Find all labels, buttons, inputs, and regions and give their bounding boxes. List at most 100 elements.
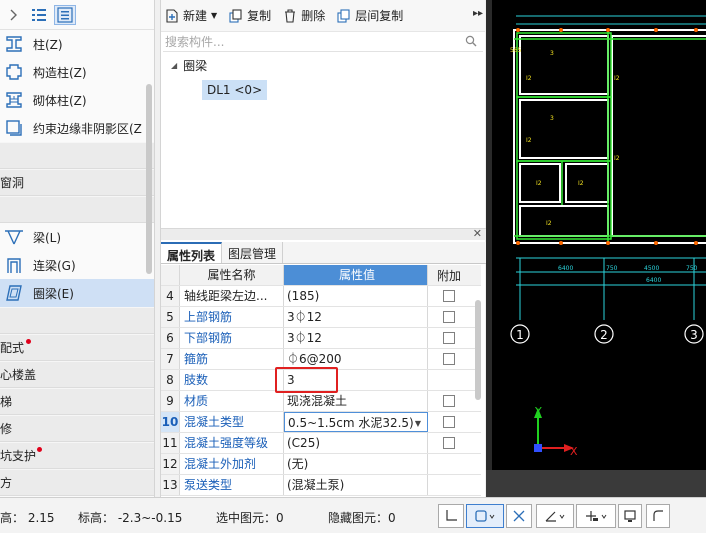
tree-item-label: 构造柱(Z) (33, 65, 87, 80)
attach-checkbox[interactable] (443, 290, 455, 302)
category-label: 修 (0, 422, 13, 436)
property-value[interactable]: (185) (284, 286, 428, 306)
attach-checkbox[interactable] (443, 353, 455, 365)
attach-checkbox[interactable] (443, 332, 455, 344)
property-value[interactable]: 现浇混凝土 (284, 391, 428, 411)
tree-item-column[interactable]: 柱(Z) (0, 30, 154, 58)
property-name: 混凝土强度等级 (180, 433, 284, 453)
floor-copy-button[interactable]: 层间复制 (337, 7, 403, 24)
svg-text:3: 3 (550, 115, 554, 122)
attach-checkbox[interactable] (443, 311, 455, 323)
new-button[interactable]: 新建 ▼ (165, 7, 217, 24)
object-snap-button[interactable] (466, 504, 504, 528)
property-name: 混凝土外加剂 (180, 454, 284, 474)
trash-icon (283, 8, 297, 23)
concrete-type-select[interactable]: 0.5~1.5cm 水泥32.5) ▼ (284, 412, 428, 432)
property-value[interactable]: 3⏀12 (284, 328, 428, 348)
svg-text:565: 565 (510, 47, 522, 54)
property-value[interactable]: ⏀6@200 (284, 349, 428, 369)
tree-item-beam[interactable]: 梁(L) (0, 223, 154, 251)
offset-snap-button[interactable] (576, 504, 616, 528)
category-header[interactable] (0, 196, 154, 223)
tree-leaf-dl1[interactable]: DL1 <0> (202, 80, 268, 100)
beam-icon (4, 227, 24, 247)
table-row[interactable]: 11 混凝土强度等级 (C25) (161, 433, 481, 454)
category-header[interactable]: 心楼盖 (0, 361, 154, 388)
property-name: 上部钢筋 (180, 307, 284, 327)
property-value: 0.5~1.5cm 水泥32.5) (288, 416, 414, 430)
category-header[interactable]: 配式 (0, 334, 154, 361)
left-scrollbar[interactable] (146, 84, 152, 274)
copy-button[interactable]: 复制 (229, 7, 271, 24)
monitor-icon (624, 510, 636, 522)
dropdown-arrow-icon: ▼ (211, 11, 218, 20)
tree-item-constructional-column[interactable]: 构造柱(Z) (0, 58, 154, 86)
expand-triangle-icon[interactable]: ◢ (171, 61, 177, 70)
table-row[interactable]: 4 轴线距梁左边... (185) (161, 286, 481, 307)
attach-checkbox[interactable] (443, 416, 455, 428)
copy-icon (229, 8, 243, 23)
property-name: 泵送类型 (180, 475, 284, 495)
tree-item-masonry-column[interactable]: 砌体柱(Z) (0, 86, 154, 114)
panel-splitter[interactable]: ✕ (161, 227, 486, 240)
delete-label: 删除 (301, 9, 326, 23)
axis-bubble-label: 2 (600, 328, 608, 342)
category-header[interactable]: 修 (0, 415, 154, 442)
tree-item-ring-beam[interactable]: 圈梁(E) (0, 279, 154, 307)
tree-item-boundary-zone[interactable]: 约束边缘非阴影区(Z (0, 114, 154, 142)
svg-text:I2: I2 (546, 220, 552, 227)
category-header[interactable]: 方 (0, 469, 154, 496)
masonry-column-icon (4, 90, 24, 110)
category-header[interactable]: 坑支护 (0, 442, 154, 469)
cross-icon (513, 510, 525, 522)
tab-properties[interactable]: 属性列表 (161, 242, 223, 263)
detail-view-icon[interactable] (54, 4, 76, 25)
property-name: 下部钢筋 (180, 328, 284, 348)
table-row-selected[interactable]: 10 混凝土类型 0.5~1.5cm 水泥32.5) ▼ (161, 412, 481, 433)
angle-snap-button[interactable] (536, 504, 574, 528)
tree-item-coupling-beam[interactable]: 连梁(G) (0, 251, 154, 279)
svg-text:I2: I2 (536, 180, 542, 187)
property-value[interactable]: (无) (284, 454, 428, 474)
attach-checkbox[interactable] (443, 395, 455, 407)
ortho-snap-button[interactable] (438, 504, 464, 528)
category-header[interactable]: 梯 (0, 388, 154, 415)
category-header[interactable]: 窗洞 (0, 169, 154, 196)
more-chevron-icon[interactable]: ▸▸ (473, 8, 483, 19)
row-number: 4 (161, 286, 180, 306)
close-icon[interactable]: ✕ (473, 227, 482, 240)
table-row[interactable]: 13 泵送类型 (混凝土泵) (161, 475, 481, 496)
delete-button[interactable]: 删除 (283, 7, 325, 24)
table-row[interactable]: 9 材质 现浇混凝土 (161, 391, 481, 412)
view-toggle-bar (0, 0, 154, 30)
search-input[interactable]: 搜索构件... (163, 32, 483, 52)
collapse-icon[interactable] (2, 5, 24, 25)
list-view-icon[interactable] (28, 5, 50, 25)
property-scrollbar[interactable] (475, 300, 481, 400)
table-row[interactable]: 12 混凝土外加剂 (无) (161, 454, 481, 475)
category-header[interactable] (0, 307, 154, 334)
new-badge (37, 447, 42, 452)
tree-item-label: 梁(L) (33, 230, 62, 245)
tab-label: 图层管理 (228, 247, 277, 261)
cross-snap-button[interactable] (506, 504, 532, 528)
property-value[interactable]: 3⏀12 (284, 307, 428, 327)
tree-item-label: 柱(Z) (33, 37, 63, 52)
cad-drawing-canvas[interactable]: I2 I2 I2 I2 I2 I2 I2 3 3 565 6400 750 45… (486, 0, 706, 497)
property-name: 箍筋 (180, 349, 284, 369)
property-value[interactable]: (混凝土泵) (284, 475, 428, 495)
row-number: 5 (161, 307, 180, 327)
property-value[interactable]: (C25) (284, 433, 428, 453)
table-row[interactable]: 6 下部钢筋 3⏀12 (161, 328, 481, 349)
row-number: 11 (161, 433, 180, 453)
dropdown-arrow-icon[interactable]: ▼ (415, 413, 421, 431)
arc-tool-button[interactable] (646, 504, 670, 528)
svg-text:I2: I2 (526, 75, 532, 82)
table-row[interactable]: 5 上部钢筋 3⏀12 (161, 307, 481, 328)
tab-layers[interactable]: 图层管理 (222, 242, 284, 263)
attach-checkbox[interactable] (443, 437, 455, 449)
category-header[interactable] (0, 142, 154, 169)
tree-group-ring-beam[interactable]: ◢ 圈梁 (161, 56, 485, 74)
search-icon[interactable] (465, 35, 477, 50)
display-toggle-button[interactable] (618, 504, 642, 528)
